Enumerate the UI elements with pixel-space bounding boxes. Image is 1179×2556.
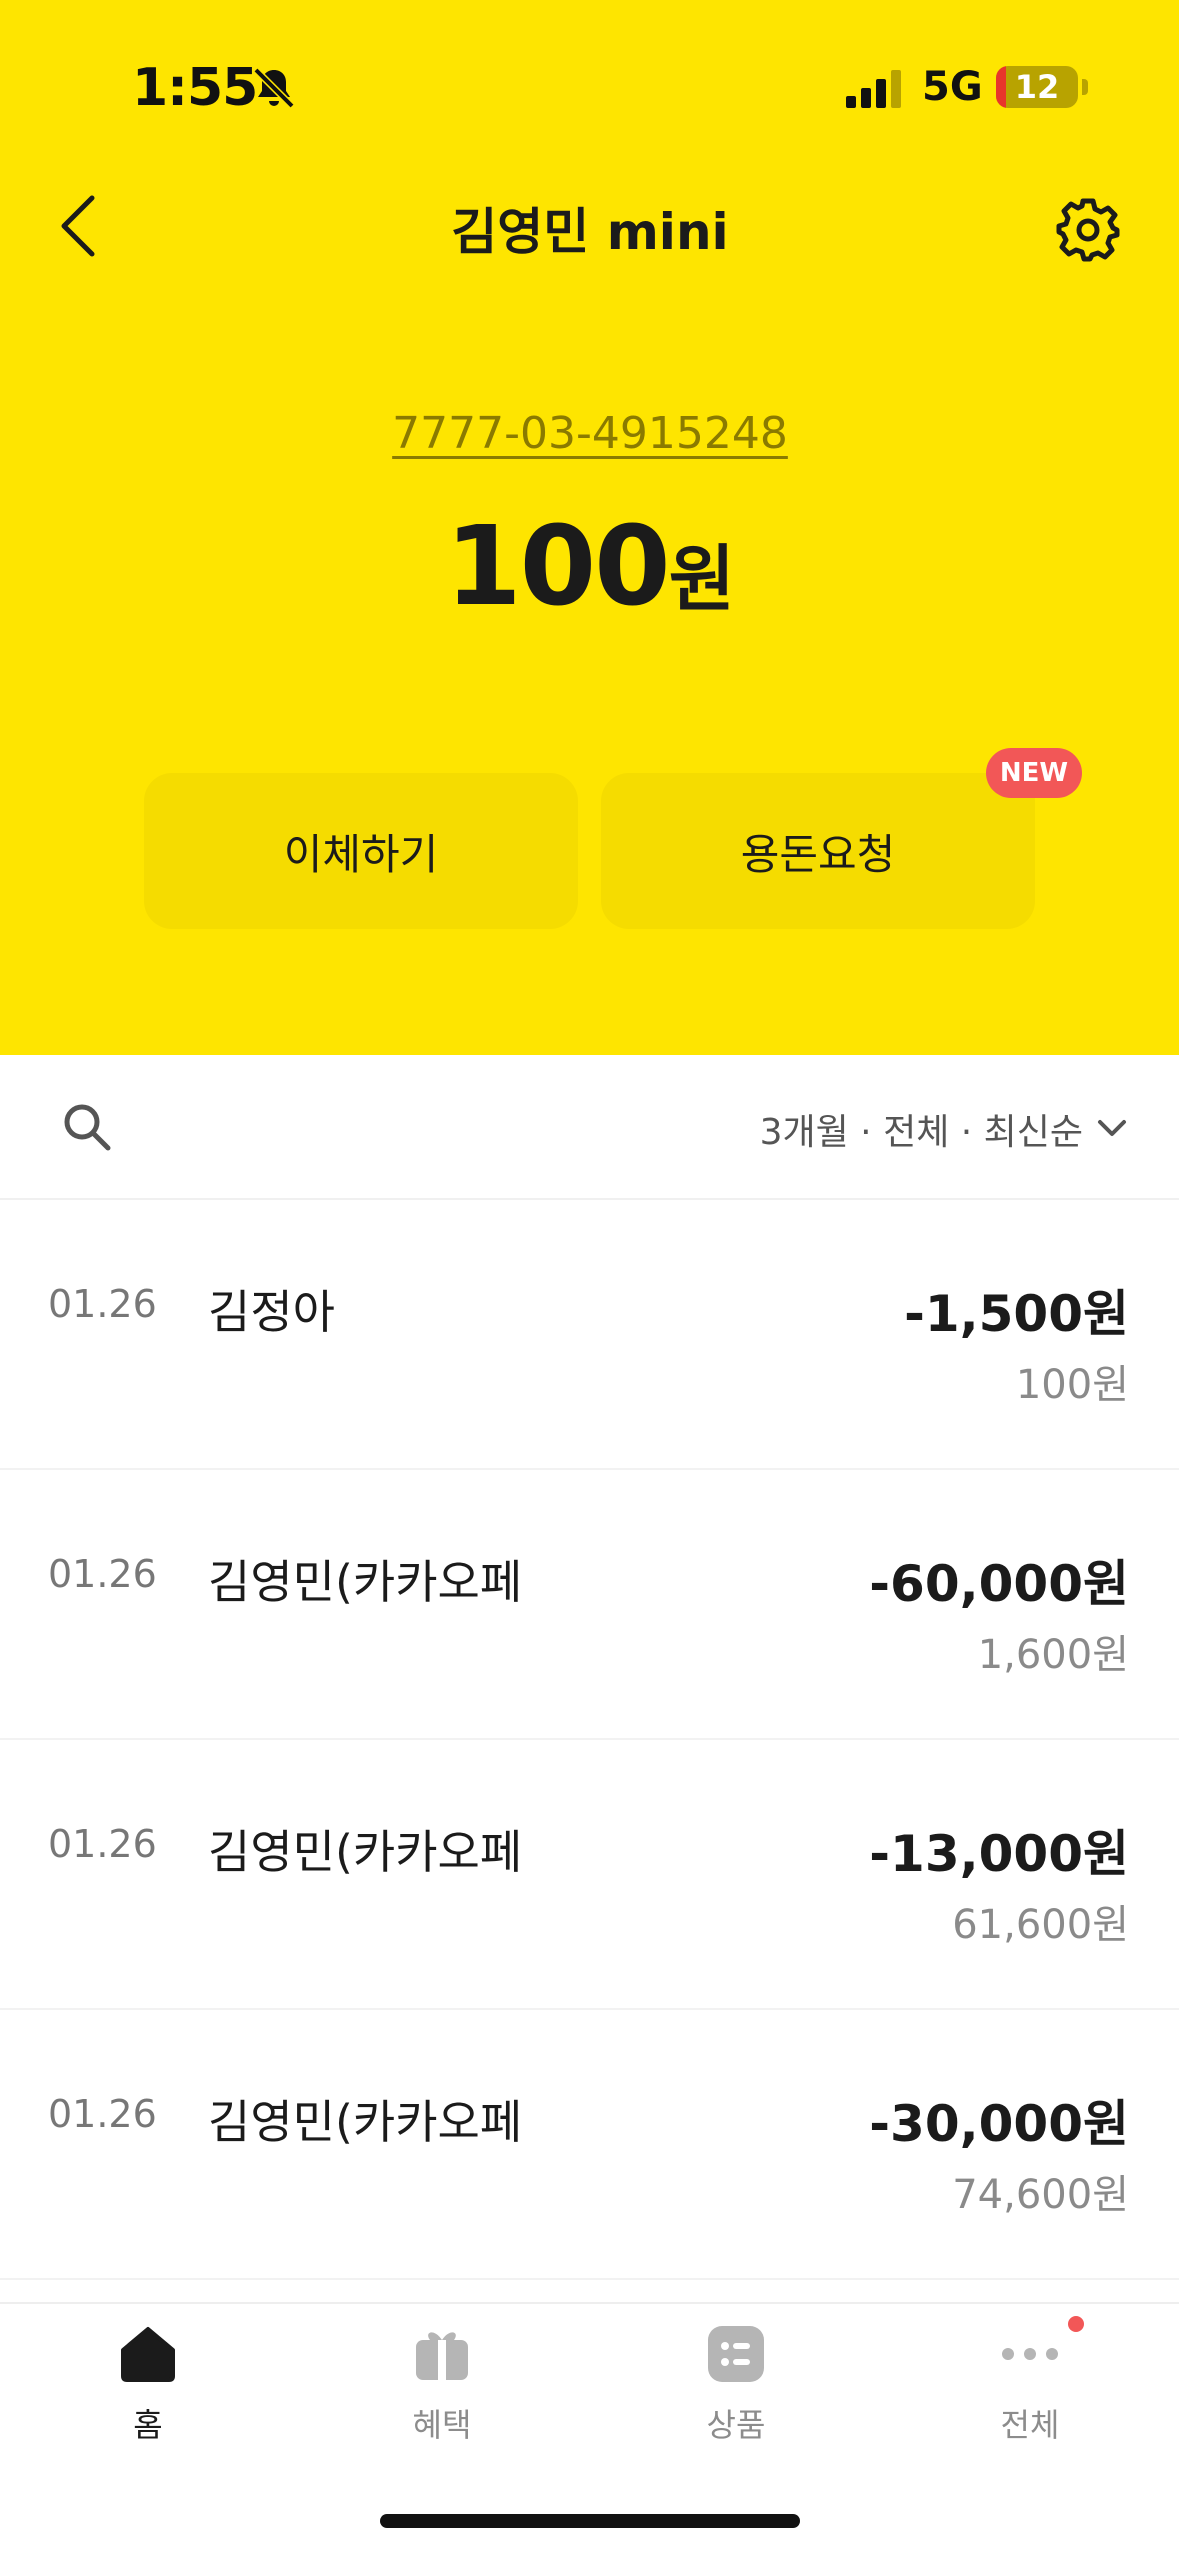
transaction-date: 01.26 [48,1822,157,1866]
transaction-date: 01.26 [48,1552,157,1596]
filter-label: 3개월 · 전체 · 최신순 [759,1112,1083,1153]
balance-amount: 100 [445,502,671,630]
battery-icon: 12 [996,66,1078,108]
transaction-name: 김영민(카카오페 [208,1555,523,1609]
more-icon [998,2322,1062,2386]
transaction-row[interactable]: 01.26 김영민(카카오페 -30,000원 74,600원 [0,2010,1179,2280]
network-type: 5G [922,64,983,110]
transaction-amount: -30,000원 [869,2095,1129,2153]
transaction-date: 01.26 [48,1282,157,1326]
transaction-date: 01.26 [48,2092,157,2136]
tab-label: 혜택 [412,2406,472,2444]
status-time: 1:55 [132,58,258,118]
battery-terminal [1082,79,1088,95]
transaction-row[interactable]: 01.26 김영민(카카오페 -13,000원 61,600원 [0,1740,1179,2010]
allowance-request-button[interactable]: 용돈요청 [601,773,1035,929]
tab-label: 상품 [706,2406,766,2444]
tab-all[interactable]: 전체 [930,2316,1130,2462]
transaction-amount: -13,000원 [869,1825,1129,1883]
account-header: 1:55 5G 12 김영민 mini 7777-03-4915248 100원… [0,0,1179,1055]
transaction-name: 김정아 [208,1285,335,1339]
transaction-amount: -1,500원 [904,1285,1129,1343]
search-icon [64,1104,111,1151]
new-badge: NEW [986,748,1082,798]
back-button[interactable] [48,186,108,266]
gift-icon [410,2322,474,2386]
tab-label: 홈 [133,2406,163,2444]
bell-muted-icon [253,67,295,109]
account-number-link[interactable]: 7777-03-4915248 [240,408,940,459]
transaction-row[interactable]: 01.26 김정아 -1,500원 100원 [0,1200,1179,1470]
chevron-down-icon [1098,1120,1126,1136]
balance-display: 100원 [240,502,940,630]
status-bar: 1:55 5G 12 [0,0,1179,175]
transaction-amount: -60,000원 [869,1555,1129,1613]
balance-unit: 원 [668,537,735,621]
page-title: 김영민 mini [451,203,729,261]
list-icon [704,2322,768,2386]
home-indicator [380,2514,800,2528]
home-icon [116,2322,180,2386]
battery-percent: 12 [1014,68,1060,106]
transfer-button[interactable]: 이체하기 [144,773,578,929]
tab-home[interactable]: 홈 [48,2322,248,2462]
tab-products[interactable]: 상품 [636,2322,836,2462]
transaction-row[interactable]: 01.26 김영민(카카오페 -60,000원 1,600원 [0,1470,1179,1740]
tab-label: 전체 [1000,2406,1060,2444]
search-button[interactable] [55,1095,119,1159]
transaction-filter-bar: 3개월 · 전체 · 최신순 [0,1055,1179,1200]
transaction-balance: 1,600원 [977,1632,1129,1678]
transaction-balance: 61,600원 [952,1902,1129,1948]
notification-dot [1068,2316,1084,2332]
transaction-balance: 74,600원 [952,2172,1129,2218]
transaction-balance: 100원 [1015,1362,1129,1408]
chevron-left-icon [61,195,95,257]
transaction-name: 김영민(카카오페 [208,1825,523,1879]
settings-button[interactable] [1048,190,1128,270]
gear-icon [1056,198,1120,262]
cellular-signal-icon [846,70,901,108]
transaction-list: 01.26 김정아 -1,500원 100원 01.26 김영민(카카오페 -6… [0,1200,1179,2280]
transaction-name: 김영민(카카오페 [208,2095,523,2149]
filter-dropdown[interactable]: 3개월 · 전체 · 최신순 [760,1103,1127,1155]
tab-benefit[interactable]: 혜택 [342,2322,542,2462]
account-number-text: 7777-03-4915248 [392,408,788,459]
